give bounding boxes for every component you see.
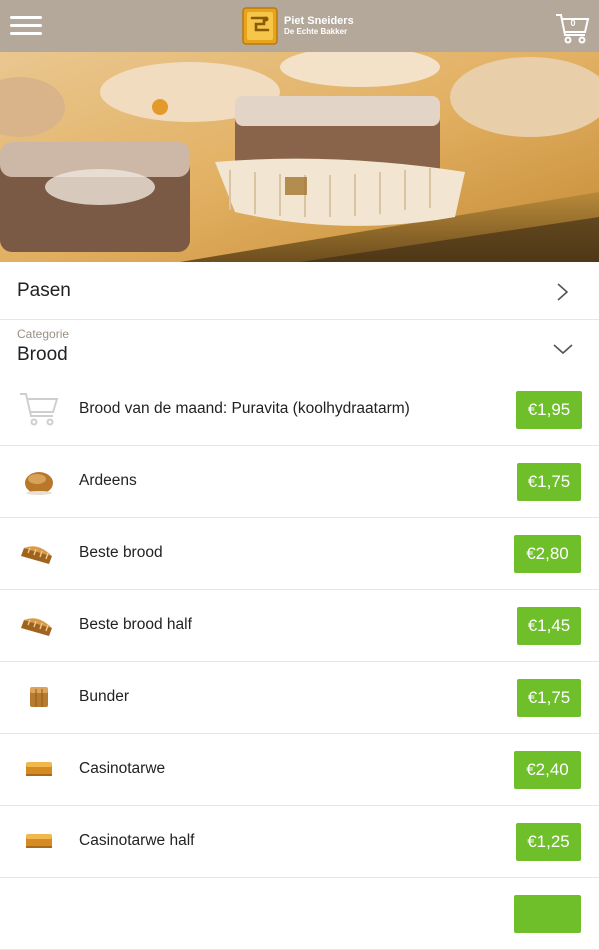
list-item[interactable] (0, 878, 599, 950)
category-caption: Categorie (17, 327, 70, 341)
add-to-cart-button[interactable]: €2,80 (514, 535, 581, 573)
logo-emblem-icon (242, 7, 278, 45)
category-value: Brood (17, 344, 68, 365)
product-name: Beste brood half (79, 616, 192, 633)
list-item[interactable]: Casinotarwe €2,40 (0, 734, 599, 806)
tin-bread-icon (26, 762, 52, 776)
brand-logo[interactable]: Piet Sneiders De Echte Bakker (242, 6, 354, 46)
add-to-cart-button[interactable]: €1,95 (516, 391, 582, 429)
product-name: Casinotarwe half (79, 832, 195, 849)
product-name: Beste brood (79, 544, 163, 561)
add-to-cart-button[interactable]: €2,40 (514, 751, 581, 789)
add-to-cart-button[interactable]: €1,75 (517, 463, 581, 501)
cart-count: 0 (570, 18, 576, 28)
list-item[interactable]: Bunder €1,75 (0, 662, 599, 734)
list-item[interactable]: Casinotarwe half €1,25 (0, 806, 599, 878)
brand-tagline: De Echte Bakker (284, 26, 348, 36)
product-name: Brood van de maand: Puravita (koolhydraa… (79, 400, 410, 417)
add-to-cart-button[interactable] (514, 895, 581, 933)
promo-row-pasen[interactable]: Pasen (0, 262, 599, 320)
square-bread-icon (30, 687, 48, 707)
hamburger-icon[interactable] (10, 16, 44, 36)
tin-bread-icon (26, 834, 52, 848)
chevron-right-icon (557, 283, 569, 301)
product-name: Ardeens (79, 472, 137, 489)
product-name: Bunder (79, 688, 129, 705)
brand-name: Piet Sneiders (284, 15, 354, 28)
loaf-bread-icon (21, 546, 52, 564)
cart-button[interactable]: 0 (555, 12, 591, 46)
add-to-cart-button[interactable]: €1,25 (516, 823, 581, 861)
product-name: Casinotarwe (79, 760, 166, 777)
round-bread-icon (25, 472, 53, 495)
hero-image (0, 52, 599, 262)
list-item[interactable]: Ardeens €1,75 (0, 446, 599, 518)
add-to-cart-button[interactable]: €1,45 (517, 607, 581, 645)
loaf-bread-icon (21, 618, 52, 636)
cart-placeholder-icon (20, 393, 59, 426)
category-select[interactable]: Categorie Brood (0, 320, 599, 374)
list-item[interactable]: Brood van de maand: Puravita (koolhydraa… (0, 374, 599, 446)
list-item[interactable]: Beste brood €2,80 (0, 518, 599, 590)
add-to-cart-button[interactable]: €1,75 (517, 679, 581, 717)
list-item[interactable]: Beste brood half €1,45 (0, 590, 599, 662)
app-header: Piet Sneiders De Echte Bakker 0 (0, 0, 599, 52)
promo-label: Pasen (17, 280, 71, 301)
product-list: Brood van de maand: Puravita (koolhydraa… (0, 374, 599, 950)
chevron-down-icon (553, 344, 573, 355)
